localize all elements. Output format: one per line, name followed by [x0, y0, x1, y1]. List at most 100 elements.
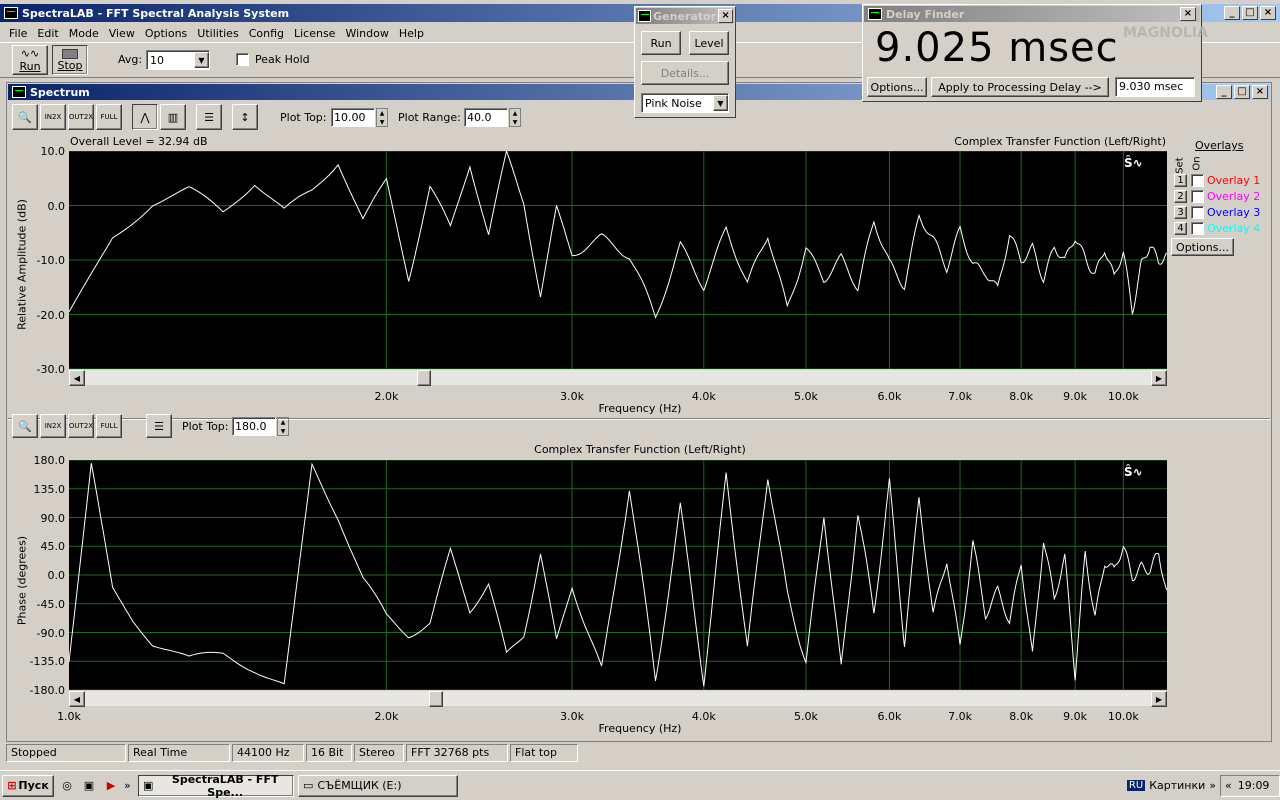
delay-finder-titlebar: Delay Finder × [864, 6, 1200, 22]
quicklaunch-media-icon[interactable]: ▶ [102, 779, 120, 792]
x-tick-label: 2.0k [374, 390, 399, 403]
zoom-in-2x-icon[interactable]: IN2X [40, 104, 66, 130]
close-button[interactable]: × [1252, 85, 1268, 99]
spectrum-toolbar: 🔍 IN2X OUT2X FULL ⋀ ▥ ☰ ↕ [12, 104, 258, 132]
delay-options-button[interactable]: Options... [867, 77, 927, 97]
processing-delay-field[interactable]: 9.030 msec [1115, 77, 1195, 97]
zoom-out-2x-icon[interactable]: OUT2X [68, 104, 94, 130]
bar-mode-icon[interactable]: ▥ [160, 104, 186, 130]
start-button[interactable]: ⊞ Пуск [2, 774, 54, 797]
overall-level: Overall Level = 32.94 dB [70, 135, 208, 148]
autoscale-icon[interactable]: ↕ [232, 104, 258, 130]
language-indicator[interactable]: RU [1126, 780, 1146, 791]
zoom-out-full-icon[interactable]: FULL [96, 104, 122, 130]
overlay-checkbox[interactable] [1191, 206, 1204, 219]
menu-view[interactable]: View [104, 27, 140, 40]
avg-select[interactable]: 10 ▼ [146, 50, 210, 70]
overlay-checkbox[interactable] [1191, 174, 1204, 187]
zoom-in-2x-icon[interactable]: IN2X [40, 414, 66, 438]
overlay-set-button[interactable]: 4 [1174, 222, 1187, 235]
overlay-checkbox[interactable] [1191, 222, 1204, 235]
plot-top2-input[interactable]: 180.0 [232, 417, 276, 436]
quicklaunch-more-icon[interactable]: » [124, 779, 134, 792]
minimize-button[interactable]: _ [1216, 85, 1232, 99]
menu-license[interactable]: License [289, 27, 340, 40]
zoom-out-full-icon[interactable]: FULL [96, 414, 122, 438]
tray-expand-icon[interactable]: « [1225, 778, 1232, 794]
y-tick-label: 45.0 [40, 540, 66, 554]
zoom-icon[interactable]: 🔍 [12, 104, 38, 130]
menu-mode[interactable]: Mode [64, 27, 104, 40]
menu-help[interactable]: Help [394, 27, 429, 40]
plot-range-input[interactable]: 40.0 [464, 108, 508, 127]
x-tick-label: 3.0k [560, 710, 584, 723]
properties-icon[interactable]: ☰ [146, 414, 172, 438]
scroll-thumb[interactable] [417, 370, 431, 386]
x-tick-label: 10.0k [1107, 390, 1139, 403]
plot-top-input[interactable]: 10.00 [331, 108, 375, 127]
plot-top-label: Plot Top: [280, 111, 327, 124]
zoom-out-2x-icon[interactable]: OUT2X [68, 414, 94, 438]
amplitude-plot[interactable] [69, 151, 1167, 369]
plot-mode-icon[interactable]: Ŝ∿ [1124, 465, 1143, 479]
scroll-right-icon[interactable]: ▶ [1151, 691, 1167, 707]
peak-hold-checkbox[interactable] [236, 53, 249, 66]
close-button[interactable]: × [1180, 7, 1196, 21]
apply-delay-button[interactable]: Apply to Processing Delay --> [931, 77, 1109, 97]
generator-details-button[interactable]: Details... [641, 61, 729, 85]
tray-label[interactable]: Картинки [1149, 779, 1205, 792]
close-button[interactable]: × [1260, 6, 1276, 20]
zoom-icon[interactable]: 🔍 [12, 414, 38, 438]
plot-mode-icon[interactable]: Ŝ∿ [1124, 156, 1143, 170]
main-window-controls: _ □ × [1222, 6, 1276, 20]
chevron-down-icon[interactable]: ▼ [194, 52, 209, 68]
quicklaunch-spectralab-icon[interactable]: ▣ [80, 779, 98, 792]
stop-button[interactable]: Stop [52, 45, 88, 75]
menu-file[interactable]: File [4, 27, 32, 40]
status-field: 16 Bit [306, 744, 352, 762]
overlay-set-button[interactable]: 3 [1174, 206, 1187, 219]
scroll-thumb[interactable] [429, 691, 443, 707]
generator-run-button[interactable]: Run [641, 31, 681, 55]
x-tick-label: 4.0k [691, 710, 716, 723]
delay-finder-window: Delay Finder × 9.025 msec MAGNOLIA Optio… [862, 4, 1208, 102]
taskbar-spectralab[interactable]: ▣ SpectraLAB - FFT Spe... [138, 773, 294, 799]
status-field: Flat top [510, 744, 578, 762]
signal-type-select[interactable]: Pink Noise ▼ [641, 93, 729, 113]
maximize-button[interactable]: □ [1242, 6, 1258, 20]
overlay-checkbox[interactable] [1191, 190, 1204, 203]
y-tick-label: 90.0 [40, 511, 66, 525]
scroll-right-icon[interactable]: ▶ [1151, 370, 1167, 386]
plot-top2-spinner[interactable]: ▲ ▼ [277, 417, 289, 436]
x-tick-label: 6.0k [877, 710, 902, 723]
taskbar: ⊞ Пуск ◎ ▣ ▶ » ▣ SpectraLAB - FFT Spe... ▭… [0, 770, 1280, 800]
minimize-button[interactable]: _ [1224, 6, 1240, 20]
plot-range-spinner[interactable]: ▲ ▼ [509, 108, 521, 127]
overlay-set-button[interactable]: 1 [1174, 174, 1187, 187]
overlay-set-button[interactable]: 2 [1174, 190, 1187, 203]
top-horizontal-scrollbar[interactable]: ◀ ▶ [69, 369, 1167, 386]
generator-level-button[interactable]: Level [689, 31, 729, 55]
close-button[interactable]: × [718, 9, 733, 23]
scroll-left-icon[interactable]: ◀ [69, 370, 85, 386]
quicklaunch-ie-icon[interactable]: ◎ [58, 779, 76, 792]
taskbar-drive[interactable]: ▭ СЪЁМЩИК (E:) [298, 774, 458, 797]
run-button[interactable]: ∿∿ Run [12, 45, 48, 75]
phase-plot[interactable] [69, 460, 1167, 690]
menu-edit[interactable]: Edit [32, 27, 63, 40]
menu-config[interactable]: Config [244, 27, 289, 40]
menu-options[interactable]: Options [140, 27, 192, 40]
menu-window[interactable]: Window [340, 27, 393, 40]
overlays-options-button[interactable]: Options... [1171, 238, 1234, 256]
bottom-horizontal-scrollbar[interactable]: ◀ ▶ [69, 690, 1167, 707]
maximize-button[interactable]: □ [1234, 85, 1250, 99]
plot-top-spinner[interactable]: ▲ ▼ [376, 108, 388, 127]
properties-icon[interactable]: ☰ [196, 104, 222, 130]
line-mode-icon[interactable]: ⋀ [132, 104, 158, 130]
menu-utilities[interactable]: Utilities [192, 27, 243, 40]
tray-more-icon[interactable]: » [1209, 779, 1216, 792]
scroll-left-icon[interactable]: ◀ [69, 691, 85, 707]
peak-hold-label: Peak Hold [255, 53, 310, 66]
chevron-down-icon[interactable]: ▼ [713, 95, 728, 111]
chart-title-bottom: Complex Transfer Function (Left/Right) [534, 443, 746, 456]
